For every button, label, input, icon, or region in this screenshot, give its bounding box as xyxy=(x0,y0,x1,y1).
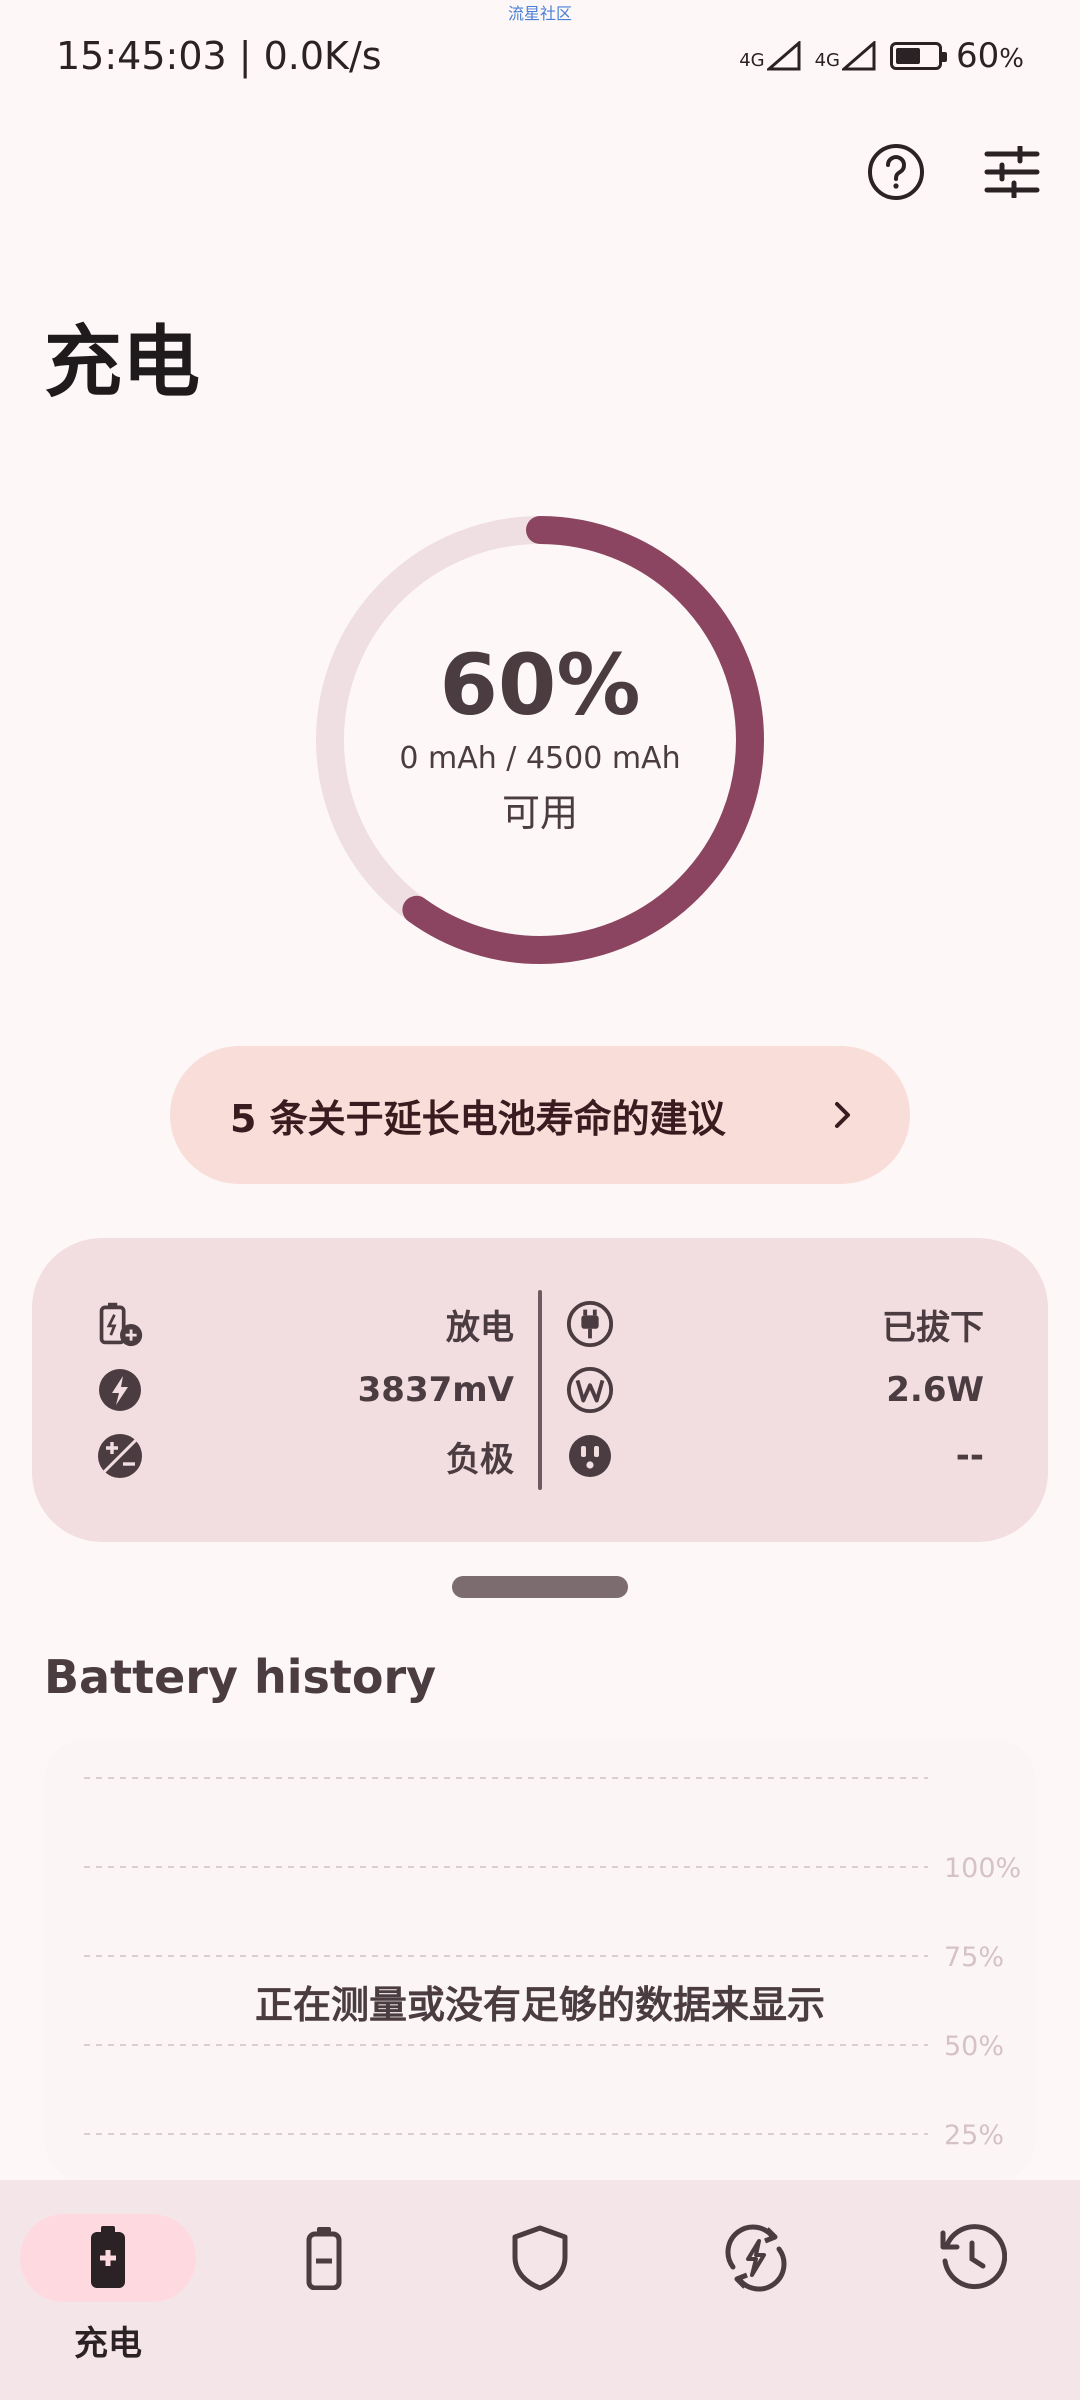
battery-history-card: 100% 75% 50% 25% 正在测量或没有足够的数据来显示 xyxy=(44,1740,1036,2180)
battery-icon xyxy=(306,2227,342,2290)
info-row-voltage: 3837mV xyxy=(96,1364,514,1416)
y-tick-25: 25% xyxy=(944,2120,1004,2151)
y-tick-50: 50% xyxy=(944,2031,1004,2062)
status-bar: 15:45:03 | 0.0K/s 4G 4G 60% xyxy=(56,34,1024,78)
info-row-charge-state: 放电 xyxy=(96,1298,514,1350)
plus-minus-icon xyxy=(96,1432,144,1480)
nav-item-history[interactable] xyxy=(882,2214,1062,2302)
watt-icon xyxy=(566,1366,614,1414)
help-button[interactable] xyxy=(864,140,928,204)
info-value-power: 2.6W xyxy=(886,1370,984,1410)
info-row-outlet: -- xyxy=(566,1430,984,1482)
help-icon xyxy=(868,144,924,200)
chevron-right-icon xyxy=(835,1102,850,1128)
battery-tips-button[interactable]: 5 条关于延长电池寿命的建议 xyxy=(170,1046,910,1184)
info-row-power: 2.6W xyxy=(566,1364,984,1416)
signal-icon-1: 4G xyxy=(739,41,801,71)
battery-percent: 60 xyxy=(956,36,1000,76)
battery-capacity: 0 mAh / 4500 mAh xyxy=(399,741,681,776)
page-title: 充电 xyxy=(44,318,201,408)
battery-tips-label: 5 条关于延长电池寿命的建议 xyxy=(230,1096,726,1141)
history-grid: 100% 75% 50% 25% xyxy=(84,1777,1021,2151)
info-value-plug-state: 已拔下 xyxy=(882,1307,984,1348)
top-watermark: 流星社区 xyxy=(507,4,572,23)
nav-item-fast-charge[interactable] xyxy=(666,2214,846,2302)
battery-status-icon xyxy=(890,42,948,70)
sliders-icon xyxy=(984,146,1040,198)
battery-plus-icon xyxy=(91,2226,125,2288)
drag-handle[interactable] xyxy=(452,1576,628,1598)
plug-icon xyxy=(566,1300,614,1348)
battery-status: 可用 xyxy=(501,791,578,835)
nav-item-protection[interactable] xyxy=(450,2214,630,2302)
info-value-outlet: -- xyxy=(955,1436,984,1476)
history-icon xyxy=(940,2224,1007,2290)
nav-item-battery[interactable] xyxy=(234,2214,414,2302)
info-row-plug-state: 已拔下 xyxy=(566,1298,984,1350)
info-value-polarity: 负极 xyxy=(446,1439,514,1480)
battery-history-title: Battery history xyxy=(44,1650,437,1704)
shield-icon xyxy=(512,2225,568,2291)
battery-charge-plus-icon xyxy=(96,1300,144,1348)
history-empty-message: 正在测量或没有足够的数据来显示 xyxy=(254,1983,825,2027)
outlet-icon xyxy=(566,1432,614,1480)
info-value-voltage: 3837mV xyxy=(357,1370,514,1410)
battery-info-card: 放电 3837mV 负极 已拔下 2.6W -- xyxy=(32,1238,1048,1542)
info-value-charge-state: 放电 xyxy=(446,1307,514,1348)
bottom-navigation: 充电 xyxy=(0,2180,1080,2400)
status-time-speed: 15:45:03 | 0.0K/s xyxy=(56,34,382,78)
settings-button[interactable] xyxy=(980,140,1044,204)
info-row-polarity: 负极 xyxy=(96,1430,514,1482)
nav-item-charging[interactable]: 充电 xyxy=(18,2214,198,2365)
signal-icon-2: 4G xyxy=(815,41,876,71)
bolt-cycle-icon xyxy=(725,2224,787,2292)
nav-label-charging: 充电 xyxy=(74,2324,142,2364)
bolt-icon xyxy=(96,1366,144,1414)
battery-gauge: 60% 0 mAh / 4500 mAh 可用 xyxy=(310,510,770,970)
y-tick-75: 75% xyxy=(944,1942,1004,1973)
battery-percent-large: 60% xyxy=(439,636,641,734)
y-tick-100: 100% xyxy=(944,1853,1021,1884)
